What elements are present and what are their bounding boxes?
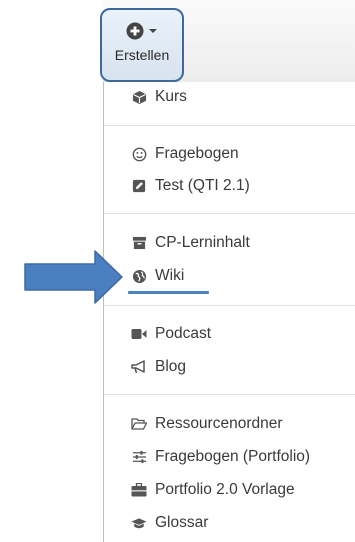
menu-item-fragebogen-portfolio[interactable]: Fragebogen (Portfolio) bbox=[131, 445, 310, 469]
menu-item-label: Test (QTI 2.1) bbox=[155, 177, 250, 194]
menu-item-kurs[interactable]: Kurs bbox=[131, 85, 187, 109]
menu-item-portfolio-vorlage[interactable]: Portfolio 2.0 Vorlage bbox=[131, 478, 295, 502]
chevron-down-icon bbox=[148, 22, 158, 39]
menu-item-wiki[interactable]: Wiki bbox=[131, 264, 184, 288]
menu-divider bbox=[104, 125, 355, 126]
pointer-arrow bbox=[24, 250, 124, 309]
menu-item-blog[interactable]: Blog bbox=[131, 355, 186, 379]
menu-item-label: CP-Lerninhalt bbox=[155, 234, 250, 251]
smiley-icon bbox=[131, 146, 147, 162]
create-button-label: Erstellen bbox=[114, 47, 170, 63]
menu-item-fragebogen[interactable]: Fragebogen bbox=[131, 142, 239, 166]
globe-icon bbox=[131, 268, 147, 284]
menu-item-label: Wiki bbox=[155, 267, 185, 284]
menu-item-test[interactable]: Test (QTI 2.1) bbox=[131, 174, 250, 198]
pencil-square-icon bbox=[131, 178, 147, 194]
bullhorn-icon bbox=[131, 359, 147, 375]
menu-divider bbox=[104, 394, 355, 395]
folder-open-icon bbox=[131, 416, 147, 432]
menu-divider bbox=[104, 213, 355, 214]
menu-item-label: Glossar bbox=[155, 514, 209, 531]
briefcase-icon bbox=[131, 482, 147, 498]
menu-item-glossar[interactable]: Glossar bbox=[131, 511, 208, 535]
menu-item-label: Blog bbox=[155, 358, 187, 375]
menu-item-podcast[interactable]: Podcast bbox=[131, 322, 211, 346]
sliders-icon bbox=[131, 449, 147, 465]
create-button[interactable]: Erstellen bbox=[100, 8, 184, 82]
archive-icon bbox=[131, 235, 147, 251]
graduation-cap-icon bbox=[131, 515, 147, 531]
menu-divider bbox=[104, 305, 355, 306]
menu-item-label: Fragebogen (Portfolio) bbox=[155, 448, 311, 465]
menu-item-label: Fragebogen bbox=[155, 145, 239, 162]
cube-icon bbox=[131, 89, 147, 105]
wiki-highlight-underline bbox=[128, 291, 209, 294]
menu-item-label: Podcast bbox=[155, 325, 212, 342]
video-camera-icon bbox=[131, 326, 147, 342]
create-dropdown-menu: Kurs Fragebogen Test (QTI 2.1) CP-Lernin… bbox=[103, 82, 355, 542]
menu-item-label: Portfolio 2.0 Vorlage bbox=[155, 481, 295, 498]
plus-circle-icon bbox=[126, 22, 148, 40]
menu-item-ressourcenordner[interactable]: Ressourcenordner bbox=[131, 412, 283, 436]
menu-item-cp-lerninhalt[interactable]: CP-Lerninhalt bbox=[131, 231, 250, 255]
menu-item-label: Kurs bbox=[155, 88, 187, 105]
menu-item-label: Ressourcenordner bbox=[155, 415, 283, 432]
